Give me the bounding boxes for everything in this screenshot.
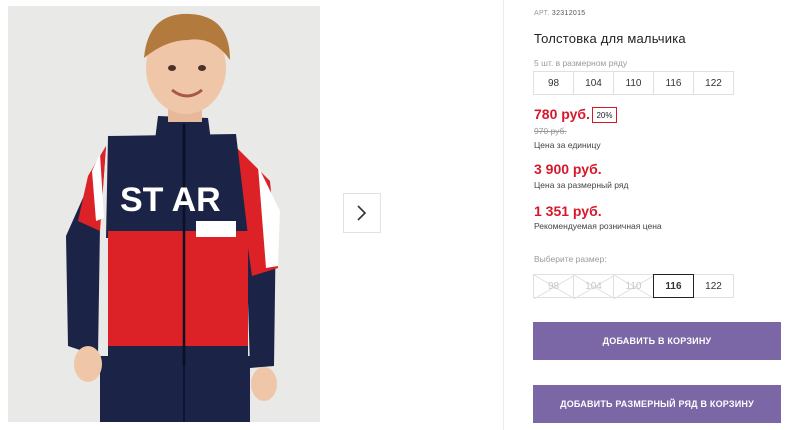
jacket-print-text: ST AR [120, 181, 221, 219]
size-row-price: 3 900 руб. [534, 161, 602, 177]
size-row-item: 104 [573, 71, 614, 95]
add-size-row-to-cart-button[interactable]: ДОБАВИТЬ РАЗМЕРНЫЙ РЯД В КОРЗИНУ [533, 385, 781, 423]
size-option-label: 110 [625, 280, 642, 292]
next-image-button[interactable] [343, 193, 381, 233]
size-option-label: 122 [705, 280, 722, 292]
old-price: 970 руб. [534, 126, 567, 136]
size-option-label: 116 [665, 280, 682, 292]
article-value: 32312015 [551, 10, 586, 17]
boy-in-jacket-image: ST AR [8, 6, 320, 422]
size-option-label: 98 [547, 280, 560, 292]
add-to-cart-button[interactable]: ДОБАВИТЬ В КОРЗИНУ [533, 322, 781, 360]
product-page: ST AR АРТ. 32312015 Толстовка для мальчи… [0, 0, 800, 430]
unit-price-label: Цена за единицу [534, 140, 601, 150]
size-option-116[interactable]: 116 [653, 274, 694, 298]
size-row-item: 110 [613, 71, 654, 95]
chevron-right-icon [357, 205, 367, 221]
size-row-item: 116 [653, 71, 694, 95]
size-row-label: 5 шт. в размерном ряду [534, 58, 628, 68]
size-option-98: 98 [533, 274, 575, 299]
size-row-list: 98 104 110 116 122 [533, 71, 734, 95]
article-number: АРТ. 32312015 [534, 10, 585, 17]
article-prefix: АРТ. [534, 10, 550, 17]
choose-size-label: Выберите размер: [534, 254, 607, 264]
column-divider [503, 0, 504, 430]
size-picker: 98 104 110 116 122 [533, 274, 734, 299]
rrp-price: 1 351 руб. [534, 203, 602, 219]
size-option-122[interactable]: 122 [693, 274, 734, 298]
product-title: Толстовка для мальчика [534, 31, 686, 46]
size-row-item: 122 [693, 71, 734, 95]
size-row-price-label: Цена за размерный ряд [534, 180, 629, 190]
size-option-110: 110 [613, 274, 655, 299]
size-option-104: 104 [573, 274, 615, 299]
unit-price: 780 руб. [534, 106, 590, 122]
size-option-label: 104 [585, 280, 602, 292]
discount-badge: 20% [592, 107, 617, 123]
size-row-item: 98 [533, 71, 574, 95]
rrp-price-label: Рекомендуемая розничная цена [534, 221, 662, 231]
product-photo[interactable]: ST AR [8, 6, 320, 422]
